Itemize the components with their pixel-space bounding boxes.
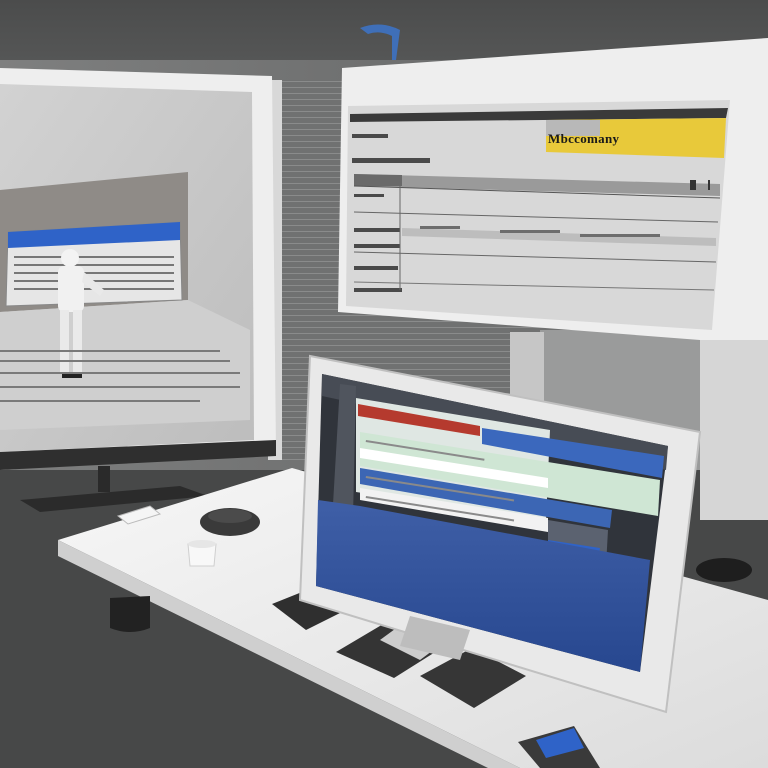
banner-text: Mbccomany	[548, 131, 620, 146]
bin	[110, 596, 150, 632]
close-icon	[708, 180, 710, 190]
scene-drawing	[0, 0, 768, 768]
left-monitor	[0, 68, 276, 512]
mouse	[200, 508, 260, 536]
window-icon	[690, 180, 696, 190]
office-scene: Mbccomany	[0, 0, 768, 768]
cup	[187, 540, 217, 567]
